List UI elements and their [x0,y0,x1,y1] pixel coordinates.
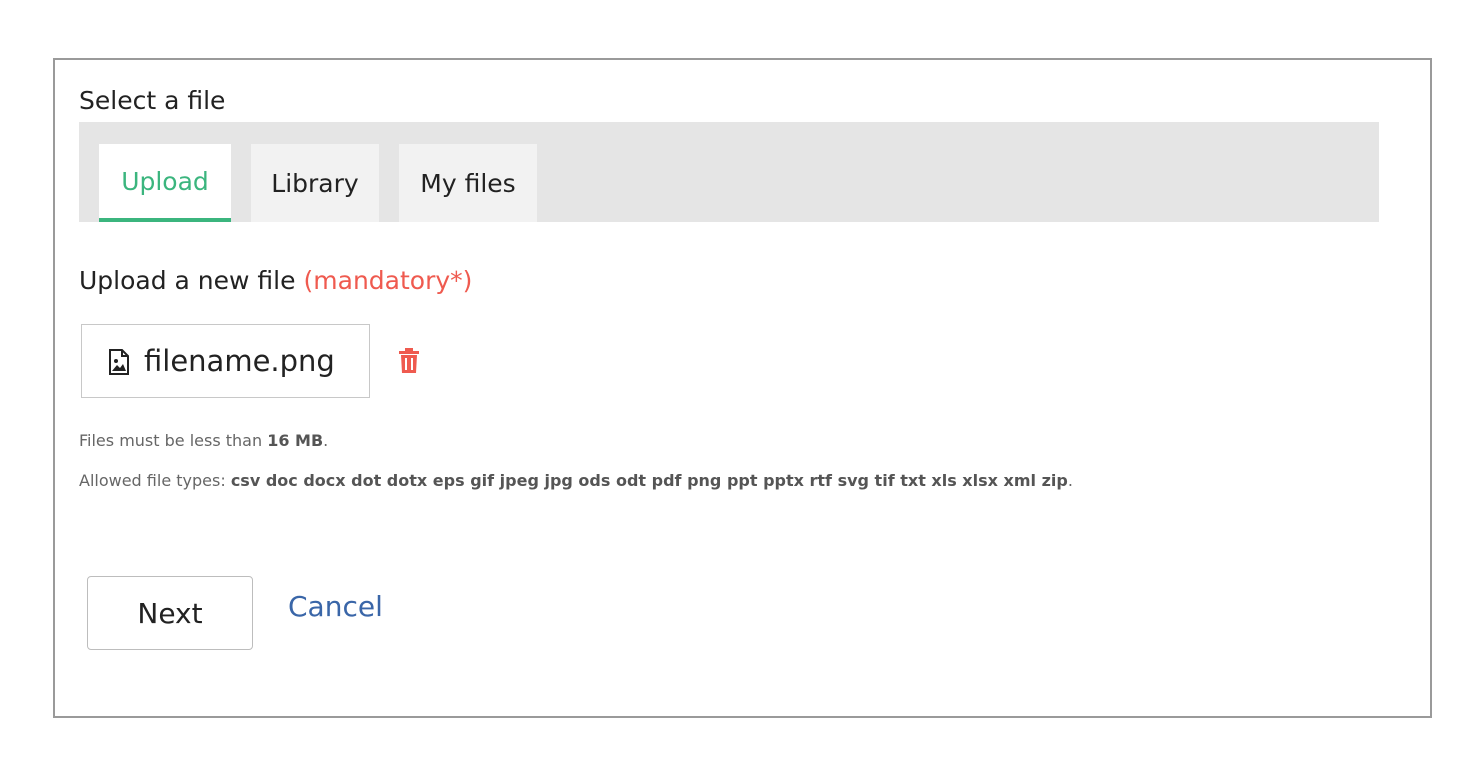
file-name: filename.png [144,344,335,378]
file-size-hint: Files must be less than 16 MB. [79,431,328,450]
upload-label-text: Upload a new file [79,266,296,295]
size-hint-suffix: . [323,431,329,450]
tab-bar: Upload Library My files [79,122,1379,222]
next-button[interactable]: Next [87,576,253,650]
selected-file[interactable]: filename.png [81,324,370,398]
cancel-link[interactable]: Cancel [288,590,383,623]
mandatory-indicator: (mandatory*) [303,266,473,295]
size-hint-value: 16 MB [267,431,324,450]
image-file-icon [108,348,130,375]
tab-library[interactable]: Library [251,144,379,222]
tab-upload[interactable]: Upload [99,144,231,222]
tab-my-files[interactable]: My files [399,144,537,222]
types-hint-suffix: . [1067,471,1073,490]
section-title: Select a file [79,86,226,115]
upload-label: Upload a new file (mandatory*) [79,266,472,295]
types-hint-value: csv doc docx dot dotx eps gif jpeg jpg o… [230,471,1068,490]
trash-icon[interactable] [398,348,420,374]
file-types-hint: Allowed file types: csv doc docx dot dot… [79,471,1073,490]
types-hint-prefix: Allowed file types: [79,471,226,490]
size-hint-prefix: Files must be less than [79,431,263,450]
file-select-dialog: Select a file Upload Library My files Up… [53,58,1432,718]
